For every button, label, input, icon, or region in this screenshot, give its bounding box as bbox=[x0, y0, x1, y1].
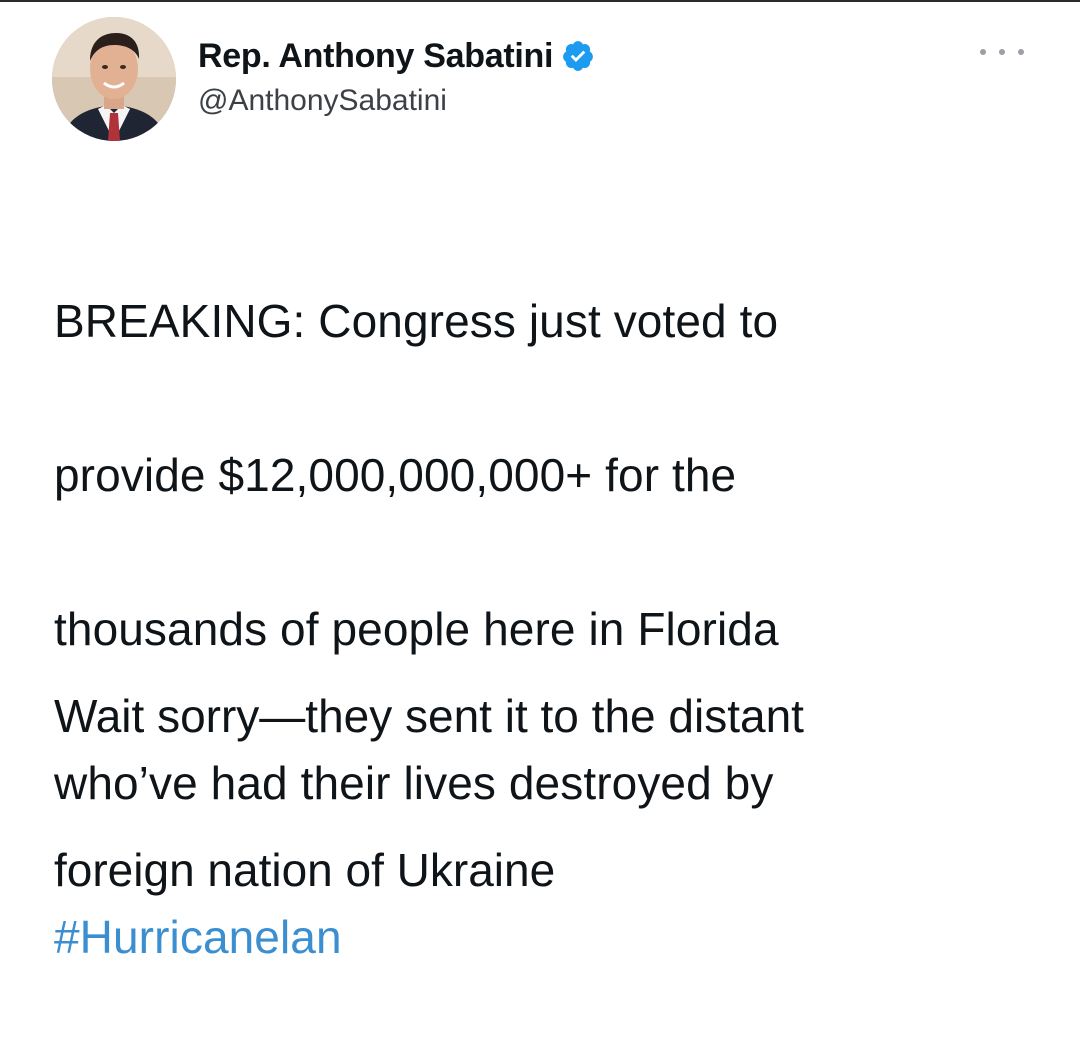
author-name-row: Rep. Anthony Sabatini bbox=[198, 32, 595, 80]
ellipsis-icon bbox=[1018, 49, 1024, 55]
avatar[interactable] bbox=[52, 17, 176, 141]
tweet-text-line: Wait sorry—they sent it to the distant bbox=[54, 690, 804, 742]
tweet-text-paragraph-2: Wait sorry—they sent it to the distant f… bbox=[54, 601, 1044, 986]
tweet-text-line: foreign nation of Ukraine bbox=[54, 844, 556, 896]
verified-badge-icon bbox=[561, 39, 595, 73]
tweet-text-line: provide $12,000,000,000+ for the bbox=[54, 449, 737, 501]
author-display-name[interactable]: Rep. Anthony Sabatini bbox=[198, 37, 553, 76]
ellipsis-icon bbox=[999, 49, 1005, 55]
tweet-card: Rep. Anthony Sabatini @AnthonySabatini B… bbox=[0, 0, 1080, 963]
more-options-button[interactable] bbox=[980, 40, 1024, 64]
author-handle[interactable]: @AnthonySabatini bbox=[198, 84, 447, 118]
tweet-text-line: BREAKING: Congress just voted to bbox=[54, 295, 779, 347]
ellipsis-icon bbox=[980, 49, 986, 55]
profile-photo bbox=[52, 17, 176, 141]
